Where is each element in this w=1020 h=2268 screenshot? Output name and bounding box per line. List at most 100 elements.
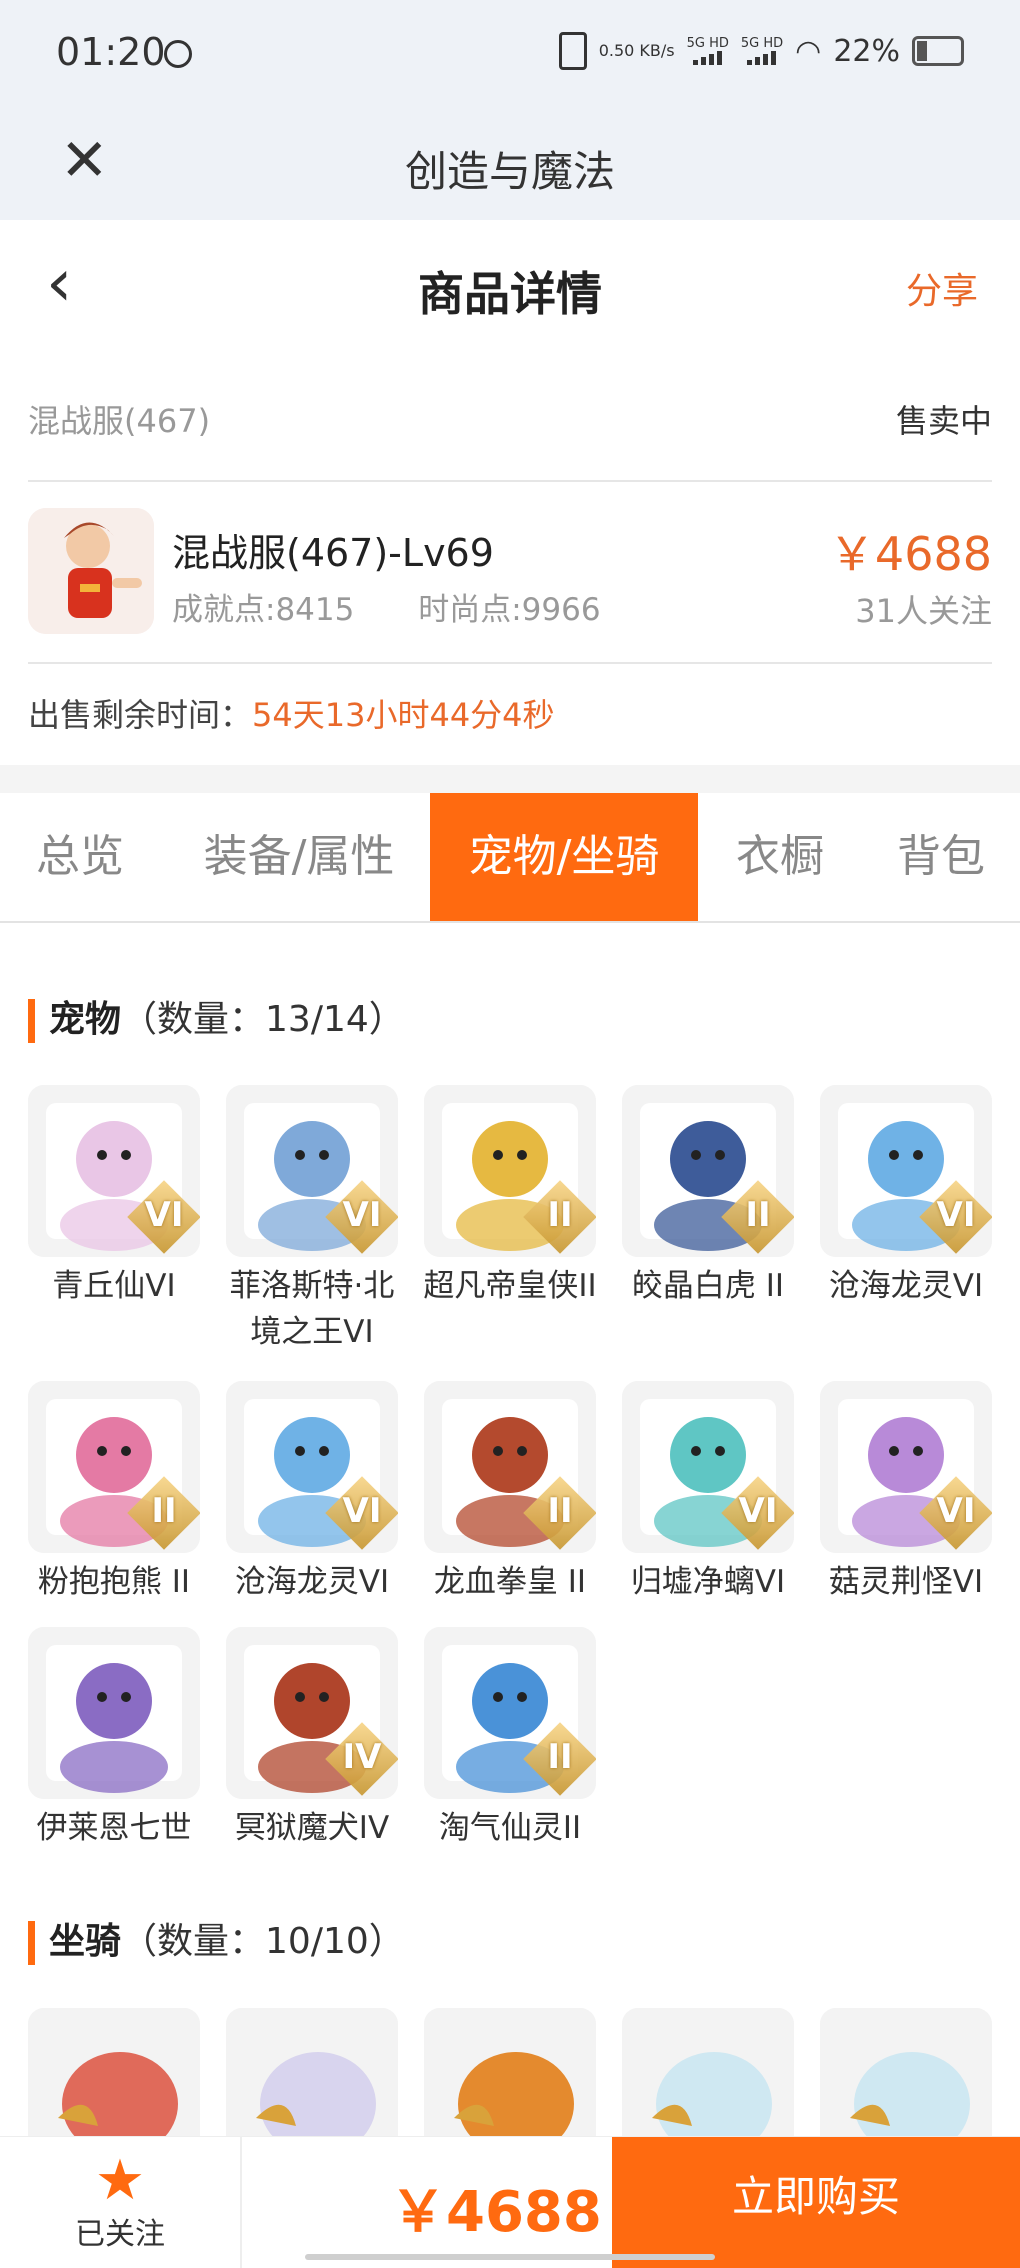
tier-numeral: II: [151, 1491, 177, 1531]
pet-name: 粉抱抱熊 II: [37, 1564, 191, 1600]
character-name: 混战服(467)-Lv69: [172, 531, 494, 575]
pet-thumbnail: II: [28, 1381, 200, 1553]
follow-label: 已关注: [75, 2217, 165, 2252]
remaining-time: 出售剩余时间：54天13小时44分4秒: [28, 690, 555, 736]
pet-name: 归墟净螭VI: [630, 1564, 786, 1600]
signal-icon: 5G HD: [741, 37, 783, 65]
section-marker: [28, 1921, 35, 1965]
pet-item[interactable]: 伊莱恩七世: [28, 1627, 200, 1851]
product-card: 混战服(467)-Lv69 成就点:8415 时尚点:9966 ￥4688 31…: [28, 480, 992, 664]
tier-numeral: II: [547, 1737, 573, 1777]
pets-header: 宠物（数量：13/14）: [28, 990, 405, 1043]
tab-pets-mounts[interactable]: 宠物/坐骑: [430, 793, 698, 921]
character-avatar: [28, 508, 154, 634]
pet-item[interactable]: II 皎晶白虎 II: [622, 1085, 794, 1309]
bottom-bar: ★ 已关注 ￥4688 立即购买: [0, 2136, 1020, 2268]
mounts-header: 坐骑（数量：10/10）: [28, 1912, 405, 1965]
bottom-price: ￥4688: [390, 2180, 602, 2245]
sale-status: 售卖中: [895, 402, 992, 440]
battery-level: 22%: [833, 33, 900, 69]
pet-name: 淘气仙灵II: [438, 1810, 582, 1846]
status-bar: 01:20 0.50 KB/s 5G HD 5G HD ◠ 22%: [0, 0, 1020, 110]
price: ￥4688: [828, 527, 992, 581]
pet-thumbnail: VI: [820, 1381, 992, 1553]
pet-thumbnail: VI: [820, 1085, 992, 1257]
pet-thumbnail: VI: [28, 1085, 200, 1257]
alarm-icon: [164, 40, 192, 68]
pets-title: 宠物: [49, 999, 122, 1040]
pet-item[interactable]: II 淘气仙灵II: [424, 1627, 596, 1851]
pet-item[interactable]: VI 青丘仙VI: [28, 1085, 200, 1309]
pet-item[interactable]: II 粉抱抱熊 II: [28, 1381, 200, 1605]
server-name: 混战服(467): [28, 402, 211, 440]
pet-thumbnail: II: [622, 1085, 794, 1257]
pets-count: （数量：13/14）: [121, 999, 405, 1040]
tier-numeral: VI: [936, 1491, 976, 1531]
server-row: 混战服(467) 售卖中: [28, 360, 992, 482]
tier-numeral: VI: [936, 1195, 976, 1235]
tab-backpack[interactable]: 背包: [862, 793, 1020, 921]
pet-name: 皎晶白虎 II: [631, 1268, 785, 1304]
net-speed: 0.50 KB/s: [598, 41, 675, 60]
follow-button[interactable]: ★ 已关注: [0, 2137, 242, 2268]
tab-equipment[interactable]: 装备/属性: [168, 793, 430, 921]
pet-name: 超凡帝皇侠II: [423, 1268, 597, 1304]
remaining-time-value: 54天13小时44分4秒: [252, 696, 555, 734]
tier-numeral: VI: [342, 1491, 382, 1531]
pet-name: 沧海龙灵VI: [828, 1268, 984, 1304]
pet-name: 冥狱魔犬IV: [234, 1810, 390, 1846]
mounts-title: 坐骑: [49, 1921, 122, 1962]
pet-name: 龙血拳皇 II: [433, 1564, 587, 1600]
pet-thumbnail: VI: [622, 1381, 794, 1553]
tab-bar: 总览 装备/属性 宠物/坐骑 衣橱 背包: [0, 793, 1020, 923]
fashion-points: 时尚点:9966: [418, 592, 601, 628]
pet-thumbnail: II: [424, 1381, 596, 1553]
pet-name: 沧海龙灵VI: [234, 1564, 390, 1600]
pet-thumbnail: [28, 1627, 200, 1799]
home-indicator[interactable]: [305, 2254, 715, 2260]
pet-name: 菇灵荆怪VI: [828, 1564, 984, 1600]
pet-thumbnail: II: [424, 1085, 596, 1257]
remaining-time-label: 出售剩余时间：: [28, 696, 253, 734]
mounts-count: （数量：10/10）: [121, 1921, 405, 1962]
app-title: 创造与魔法: [404, 147, 615, 196]
tier-numeral: II: [745, 1195, 771, 1235]
tier-numeral: VI: [738, 1491, 778, 1531]
nav-bar: ‹ 商品详情 分享: [0, 220, 1020, 360]
pet-name: 青丘仙VI: [52, 1268, 176, 1304]
buy-now-button[interactable]: 立即购买: [612, 2137, 1020, 2268]
pet-thumbnail: VI: [226, 1381, 398, 1553]
app-bar: ✕ 创造与魔法: [0, 110, 1020, 220]
section-marker: [28, 999, 35, 1043]
pet-thumbnail: II: [424, 1627, 596, 1799]
star-icon: ★: [94, 2148, 146, 2213]
pet-name: 菲洛斯特·北境之王VI: [229, 1268, 395, 1350]
tier-numeral: VI: [342, 1195, 382, 1235]
battery-icon: [912, 36, 964, 66]
achievement-points: 成就点:8415: [172, 592, 355, 628]
pet-item[interactable]: VI 归墟净螭VI: [622, 1381, 794, 1605]
wifi-icon: ◠: [795, 33, 822, 69]
pet-thumbnail: IV: [226, 1627, 398, 1799]
tab-wardrobe[interactable]: 衣橱: [698, 793, 862, 921]
pet-item[interactable]: II 龙血拳皇 II: [424, 1381, 596, 1605]
tab-overview[interactable]: 总览: [0, 793, 160, 921]
signal-icon: 5G HD: [687, 37, 729, 65]
pet-thumbnail: VI: [226, 1085, 398, 1257]
tier-numeral: IV: [342, 1737, 382, 1777]
vibrate-icon: [558, 32, 587, 70]
clock: 01:20: [56, 30, 166, 74]
page-title: 商品详情: [418, 267, 602, 321]
pet-item[interactable]: IV 冥狱魔犬IV: [226, 1627, 398, 1851]
pet-item[interactable]: VI 沧海龙灵VI: [820, 1085, 992, 1309]
pet-item[interactable]: VI 沧海龙灵VI: [226, 1381, 398, 1605]
pet-item[interactable]: II 超凡帝皇侠II: [423, 1085, 597, 1309]
pet-item[interactable]: VI 菲洛斯特·北境之王VI: [226, 1085, 398, 1355]
share-button[interactable]: 分享: [906, 262, 978, 314]
pet-item[interactable]: VI 菇灵荆怪VI: [820, 1381, 992, 1605]
tier-numeral: VI: [144, 1195, 184, 1235]
pet-name: 伊莱恩七世: [36, 1810, 192, 1846]
tier-numeral: II: [547, 1491, 573, 1531]
divider: [0, 765, 1020, 793]
follower-count: 31人关注: [855, 592, 992, 630]
